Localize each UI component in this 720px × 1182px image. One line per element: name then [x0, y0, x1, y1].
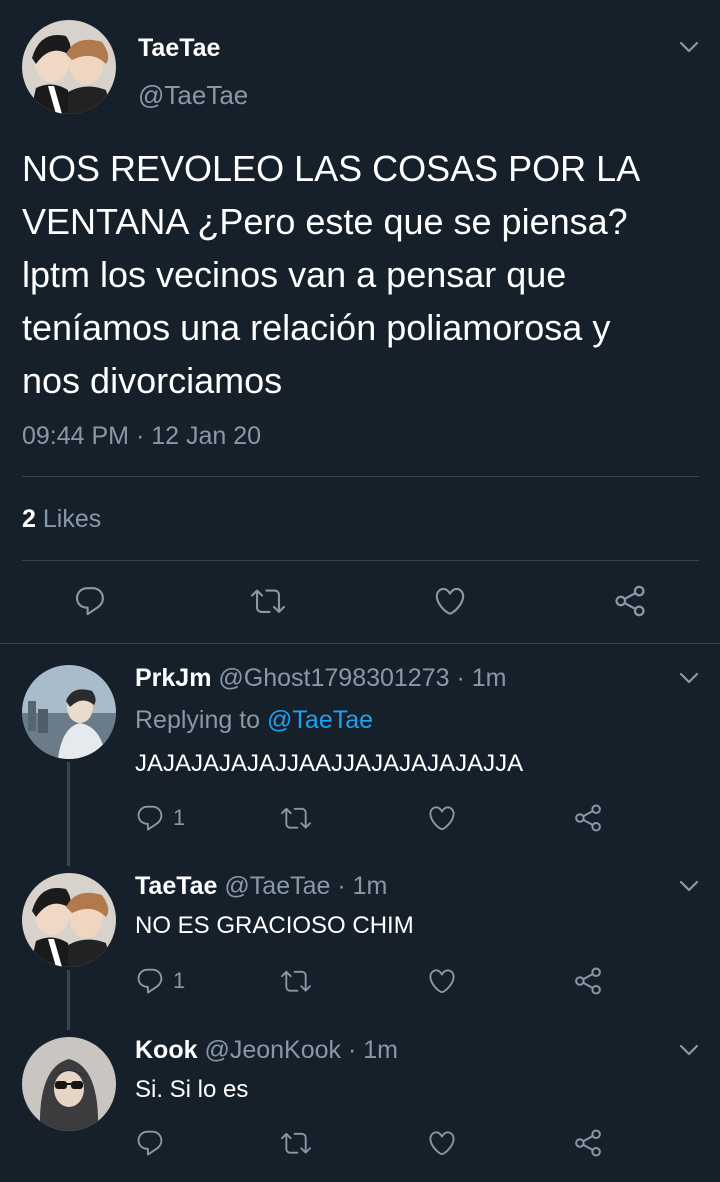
- share-button[interactable]: [573, 803, 603, 833]
- tweet-time: 09:44 PM: [22, 422, 130, 450]
- chevron-down-icon[interactable]: [678, 671, 700, 685]
- reply-button[interactable]: [135, 1128, 165, 1158]
- avatar[interactable]: [22, 1037, 116, 1131]
- tweet-timestamp: 09:44 PM · 12 Jan 20: [22, 422, 261, 451]
- reply-text: Si. Si lo es: [135, 1076, 249, 1103]
- like-button[interactable]: [427, 1128, 457, 1158]
- retweet-icon: [251, 584, 285, 618]
- likes-label: Likes: [42, 505, 102, 533]
- reply-header: PrkJm @Ghost1798301273 · 1m: [135, 664, 506, 693]
- reply-time: · 1m: [347, 1036, 398, 1064]
- replying-to-link[interactable]: @TaeTae: [267, 706, 373, 734]
- avatar[interactable]: [22, 665, 116, 759]
- like-button[interactable]: [433, 584, 467, 618]
- reply-icon: [135, 966, 165, 996]
- timestamp-separator: ·: [135, 422, 145, 450]
- author-handle[interactable]: @TaeTae: [138, 80, 248, 111]
- reply-header: TaeTae @TaeTae · 1m: [135, 872, 387, 901]
- avatar[interactable]: [22, 20, 116, 114]
- likes-count: 2: [22, 505, 36, 533]
- like-button[interactable]: [427, 803, 457, 833]
- thread-line: [67, 970, 70, 1030]
- chevron-down-icon[interactable]: [678, 40, 700, 54]
- author-name[interactable]: TaeTae: [138, 34, 220, 63]
- retweet-button[interactable]: [281, 1128, 311, 1158]
- tweet-text: NOS REVOLEO LAS COSAS POR LA VENTANA ¿Pe…: [22, 148, 639, 401]
- author-handle[interactable]: @TaeTae: [224, 872, 330, 900]
- reply-icon: [135, 803, 165, 833]
- thread-line: [67, 762, 70, 866]
- reply-count: 1: [173, 968, 186, 993]
- replying-label: Replying to: [135, 706, 261, 734]
- like-icon: [427, 966, 457, 996]
- author-name[interactable]: Kook: [135, 1036, 198, 1064]
- section-divider: [0, 643, 720, 644]
- retweet-icon: [281, 803, 311, 833]
- avatar[interactable]: [22, 873, 116, 967]
- reply-text: JAJAJAJAJAJJAAJJAJAJAJAJAJJA: [135, 750, 524, 777]
- author-name[interactable]: TaeTae: [135, 872, 217, 900]
- retweet-button[interactable]: [281, 803, 311, 833]
- retweet-icon: [281, 966, 311, 996]
- reply-icon: [135, 1128, 165, 1158]
- reply-header: Kook @JeonKook · 1m: [135, 1036, 398, 1065]
- share-button[interactable]: [573, 1128, 603, 1158]
- reply-time: · 1m: [337, 872, 388, 900]
- divider: [22, 476, 699, 477]
- share-icon: [613, 584, 647, 618]
- reply-button[interactable]: 1: [135, 803, 185, 833]
- share-button[interactable]: [613, 584, 647, 618]
- reply-button[interactable]: 1: [135, 966, 185, 996]
- reply-count: 1: [173, 805, 186, 830]
- reply-icon: [73, 584, 107, 618]
- author-handle[interactable]: @JeonKook: [204, 1036, 341, 1064]
- share-button[interactable]: [573, 966, 603, 996]
- like-icon: [427, 803, 457, 833]
- like-button[interactable]: [427, 966, 457, 996]
- retweet-icon: [281, 1128, 311, 1158]
- reply-button[interactable]: [73, 584, 107, 618]
- author-name[interactable]: PrkJm: [135, 664, 211, 692]
- chevron-down-icon[interactable]: [678, 879, 700, 893]
- share-icon: [573, 1128, 603, 1158]
- share-icon: [573, 803, 603, 833]
- likes-stat[interactable]: 2 Likes: [22, 505, 101, 534]
- like-icon: [427, 1128, 457, 1158]
- author-handle[interactable]: @Ghost1798301273: [218, 664, 449, 692]
- retweet-button[interactable]: [281, 966, 311, 996]
- reply-text: NO ES GRACIOSO CHIM: [135, 912, 414, 939]
- tweet-date: 12 Jan 20: [151, 422, 262, 450]
- reply-time: · 1m: [456, 664, 507, 692]
- retweet-button[interactable]: [251, 584, 285, 618]
- share-icon: [573, 966, 603, 996]
- chevron-down-icon[interactable]: [678, 1043, 700, 1057]
- replying-to: Replying to @TaeTae: [135, 706, 373, 735]
- divider: [22, 560, 699, 561]
- like-icon: [433, 584, 467, 618]
